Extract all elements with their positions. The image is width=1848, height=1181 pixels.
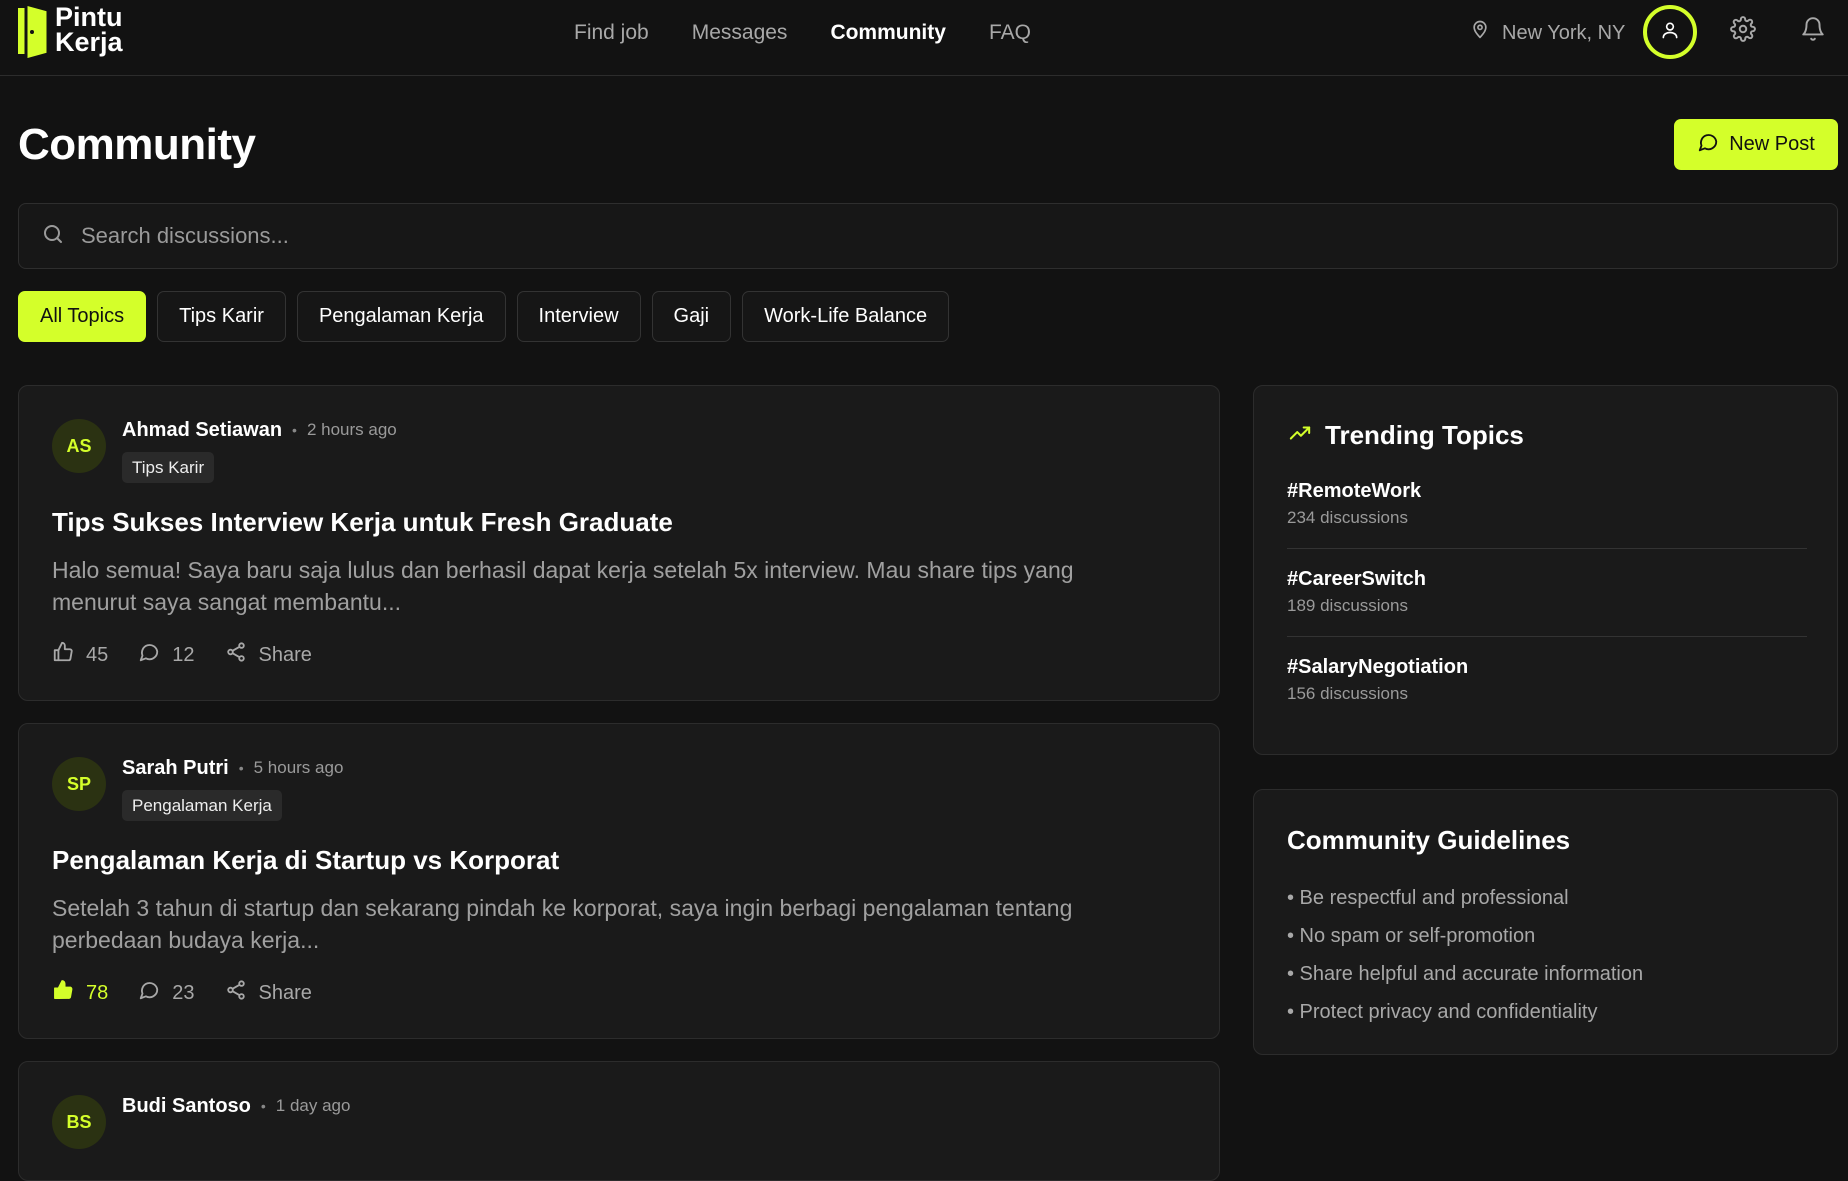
search-bar <box>18 203 1838 269</box>
comment-count: 23 <box>172 981 195 1004</box>
guideline-item: • No spam or self-promotion <box>1287 925 1536 947</box>
gear-icon <box>1730 15 1756 47</box>
brand-logo[interactable]: Pintu Kerja <box>18 0 123 62</box>
trending-item[interactable]: #SalaryNegotiation 156 discussions <box>1287 654 1807 704</box>
guideline-item: • Be respectful and professional <box>1287 887 1569 909</box>
door-logo-icon <box>18 2 50 62</box>
topic-filters: All Topics Tips Karir Pengalaman Kerja I… <box>18 291 950 342</box>
trending-tag: #RemoteWork <box>1287 480 1422 502</box>
filter-all-topics[interactable]: All Topics <box>18 291 147 342</box>
filter-interview[interactable]: Interview <box>516 291 641 342</box>
post-card[interactable]: SP Sarah Putri • 5 hours ago Pengalaman … <box>18 723 1220 1039</box>
comment-button[interactable]: 12 <box>138 641 195 669</box>
post-excerpt: Setelah 3 tahun di startup dan sekarang … <box>52 895 1073 953</box>
trending-item[interactable]: #RemoteWork 234 discussions <box>1287 478 1807 528</box>
post-title[interactable]: Pengalaman Kerja di Startup vs Korporat <box>52 844 559 876</box>
post-category-badge: Pengalaman Kerja <box>122 790 282 821</box>
post-card[interactable]: BS Budi Santoso • 1 day ago <box>18 1061 1220 1181</box>
thumbs-up-icon <box>52 641 74 669</box>
post-category-badge: Tips Karir <box>122 452 215 483</box>
post-author[interactable]: Sarah Putri <box>122 756 229 780</box>
nav-messages[interactable]: Messages <box>692 20 788 46</box>
trending-count: 189 discussions <box>1287 596 1408 615</box>
settings-button[interactable] <box>1728 15 1758 47</box>
trending-count: 234 discussions <box>1287 508 1408 527</box>
guideline-item: • Protect privacy and confidentiality <box>1287 1001 1598 1023</box>
nav-find-job[interactable]: Find job <box>574 20 649 46</box>
post-title[interactable]: Tips Sukses Interview Kerja untuk Fresh … <box>52 506 673 538</box>
new-post-label: New Post <box>1729 133 1815 155</box>
user-icon <box>1660 19 1680 46</box>
post-timestamp: 2 hours ago <box>306 420 397 439</box>
share-icon <box>225 979 247 1007</box>
trending-tag: #SalaryNegotiation <box>1287 656 1469 678</box>
bell-icon <box>1800 16 1826 47</box>
filter-work-life-balance[interactable]: Work-Life Balance <box>742 291 950 342</box>
nav-community[interactable]: Community <box>830 20 946 46</box>
message-bubble-icon <box>1697 131 1719 159</box>
profile-button[interactable] <box>1643 5 1697 59</box>
trending-count: 156 discussions <box>1287 684 1408 703</box>
post-author[interactable]: Ahmad Setiawan <box>122 418 282 442</box>
trending-topics-card: Trending Topics #RemoteWork 234 discussi… <box>1253 385 1838 755</box>
share-label: Share <box>258 981 312 1004</box>
post-author[interactable]: Budi Santoso <box>122 1094 251 1118</box>
brand-name: Pintu Kerja <box>55 2 123 57</box>
post-timestamp: 1 day ago <box>275 1096 351 1115</box>
nav-faq[interactable]: FAQ <box>989 20 1031 46</box>
community-guidelines-card: Community Guidelines • Be respectful and… <box>1253 789 1838 1055</box>
search-input[interactable] <box>81 223 1781 249</box>
filter-pengalaman-kerja[interactable]: Pengalaman Kerja <box>296 291 506 342</box>
separator-dot: • <box>260 1098 266 1114</box>
post-timestamp: 5 hours ago <box>253 758 344 777</box>
comment-icon <box>138 979 160 1007</box>
post-card[interactable]: AS Ahmad Setiawan • 2 hours ago Tips Kar… <box>18 385 1220 701</box>
divider <box>1287 636 1807 637</box>
location-label: New York, NY <box>1502 22 1626 44</box>
share-button[interactable]: Share <box>225 641 312 669</box>
post-meta: Sarah Putri • 5 hours ago <box>122 756 343 780</box>
post-excerpt: Halo semua! Saya baru saja lulus dan ber… <box>52 557 1074 615</box>
share-button[interactable]: Share <box>225 979 312 1007</box>
trending-topics-heading: Trending Topics <box>1287 420 1524 451</box>
filter-gaji[interactable]: Gaji <box>651 291 732 342</box>
avatar: AS <box>52 419 106 473</box>
like-count: 45 <box>86 643 109 666</box>
guideline-item: • Share helpful and accurate information <box>1287 963 1644 985</box>
divider <box>1287 548 1807 549</box>
thumbs-up-filled-icon <box>52 979 74 1007</box>
page-title: Community <box>18 120 256 169</box>
location-selector[interactable]: New York, NY <box>1470 18 1625 48</box>
trending-up-icon <box>1287 420 1313 451</box>
new-post-button[interactable]: New Post <box>1674 119 1838 170</box>
search-icon <box>41 222 65 251</box>
notifications-button[interactable] <box>1798 16 1828 46</box>
trending-item[interactable]: #CareerSwitch 189 discussions <box>1287 566 1807 616</box>
avatar: SP <box>52 757 106 811</box>
post-actions: 78 23 Share <box>52 979 312 1007</box>
post-actions: 45 12 Share <box>52 641 312 669</box>
trending-tag: #CareerSwitch <box>1287 568 1426 590</box>
comment-button[interactable]: 23 <box>138 979 195 1007</box>
like-button[interactable]: 45 <box>52 641 108 669</box>
location-pin-icon <box>1470 18 1490 48</box>
top-navigation-bar: Pintu Kerja Find job Messages Community … <box>0 0 1848 76</box>
share-label: Share <box>258 643 312 666</box>
post-meta: Ahmad Setiawan • 2 hours ago <box>122 418 397 442</box>
share-icon <box>225 641 247 669</box>
guidelines-heading: Community Guidelines <box>1287 825 1571 855</box>
like-count: 78 <box>86 981 109 1004</box>
filter-tips-karir[interactable]: Tips Karir <box>157 291 286 342</box>
separator-dot: • <box>238 760 244 776</box>
comment-count: 12 <box>172 643 195 666</box>
main-nav: Find job Messages Community FAQ <box>574 20 1031 46</box>
avatar: BS <box>52 1095 106 1149</box>
post-meta: Budi Santoso • 1 day ago <box>122 1094 350 1118</box>
like-button[interactable]: 78 <box>52 979 108 1007</box>
separator-dot: • <box>292 422 297 438</box>
comment-icon <box>138 641 160 669</box>
